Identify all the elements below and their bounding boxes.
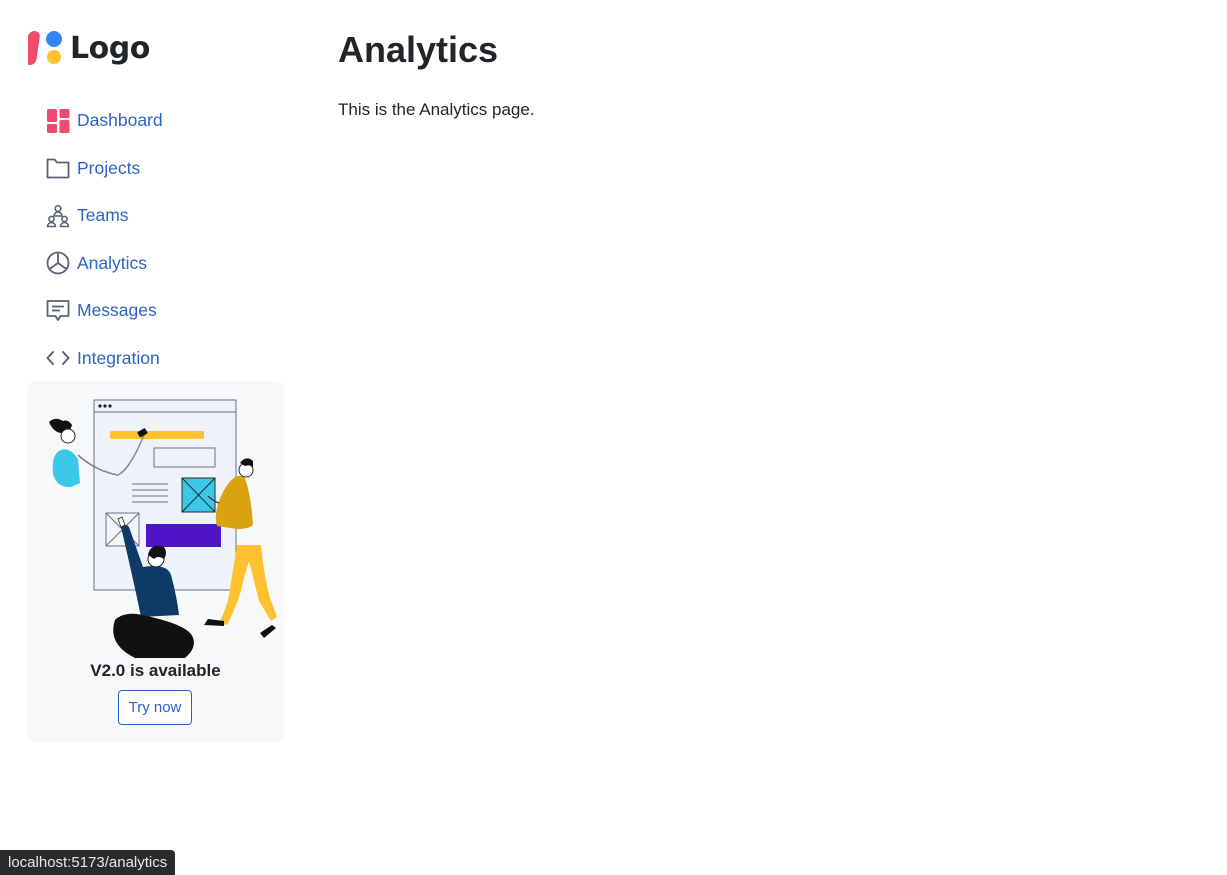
sidebar-item-label: Messages: [77, 300, 157, 321]
folder-icon: [46, 156, 70, 180]
sidebar-item-label: Teams: [77, 205, 129, 226]
team-illustration: [49, 399, 277, 658]
logo-text: Logo: [70, 30, 150, 66]
teams-icon: [46, 204, 70, 228]
main-content: Analytics This is the Analytics page.: [338, 28, 535, 120]
message-icon: [46, 299, 70, 323]
sidebar-item-messages[interactable]: Messages: [46, 287, 163, 335]
sidebar-item-analytics[interactable]: Analytics: [46, 240, 163, 288]
sidebar-item-label: Integration: [77, 347, 160, 368]
page-title: Analytics: [338, 29, 499, 70]
sidebar-item-integration[interactable]: Integration: [46, 335, 163, 383]
sidebar-item-label: Projects: [77, 157, 141, 178]
link-preview-status-bar: localhost:5173/analytics: [0, 850, 176, 875]
sidebar-item-label: Dashboard: [77, 110, 163, 131]
sidebar: Logo Dashboard Projects Teams Analytics …: [0, 0, 300, 875]
sidebar-item-teams[interactable]: Teams: [46, 192, 163, 240]
upgrade-promo-card: V2.0 is available Try now: [27, 381, 284, 743]
page-description: This is the Analytics page.: [338, 100, 535, 119]
sidebar-item-dashboard[interactable]: Dashboard: [46, 97, 163, 145]
pie-chart-icon: [46, 251, 70, 275]
logo-mark-icon: [28, 31, 62, 65]
code-icon: [46, 346, 70, 370]
try-now-button[interactable]: Try now: [118, 690, 192, 725]
promo-title: V2.0 is available: [90, 661, 221, 680]
sidebar-item-projects[interactable]: Projects: [46, 145, 163, 193]
sidebar-item-label: Analytics: [77, 252, 148, 273]
dashboard-icon: [46, 108, 70, 133]
sidebar-nav: Dashboard Projects Teams Analytics Messa…: [46, 97, 163, 382]
logo[interactable]: Logo: [28, 28, 150, 68]
